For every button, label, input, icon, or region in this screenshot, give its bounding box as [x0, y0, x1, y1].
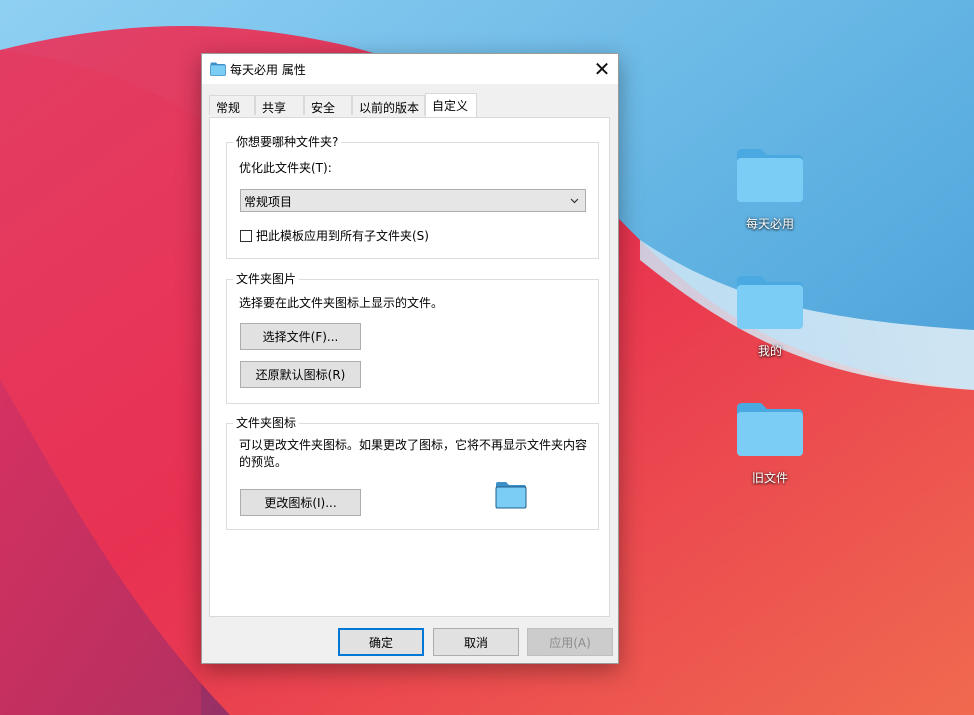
tab-security[interactable]: 安全 [304, 95, 352, 115]
folder-icon [737, 149, 803, 202]
desktop-icon-label: 我的 [757, 344, 782, 358]
folder-icon [210, 62, 226, 76]
folder-picture-description: 选择要在此文件夹图标上显示的文件。 [239, 296, 444, 310]
group-title: 文件夹图标 [233, 416, 300, 430]
folder-icon-description: 可以更改文件夹图标。如果更改了图标，它将不再显示文件夹内容的预览。 [239, 438, 588, 469]
apply-subfolders-checkbox[interactable] [240, 230, 252, 242]
tab-customize[interactable]: 自定义 [425, 93, 477, 117]
group-title: 你想要哪种文件夹? [233, 135, 342, 149]
folder-icon [737, 276, 803, 329]
select-value: 常规项目 [244, 195, 293, 209]
folder-icon [737, 403, 803, 456]
desktop-icon-label: 旧文件 [751, 471, 788, 485]
group-title: 文件夹图片 [233, 272, 300, 286]
desktop-icon-mine[interactable]: 我的 [725, 273, 815, 359]
tab-general[interactable]: 常规 [209, 95, 255, 115]
window-title: 每天必用 属性 [230, 63, 306, 77]
desktop-icon-label: 每天必用 [745, 217, 794, 231]
tab-sharing[interactable]: 共享 [255, 95, 304, 115]
desktop-icon-daily[interactable]: 每天必用 [725, 146, 815, 232]
ok-button[interactable]: 确定 [338, 628, 424, 656]
group-folder-icon: 文件夹图标 可以更改文件夹图标。如果更改了图标，它将不再显示文件夹内容的预览。 … [226, 416, 599, 530]
group-folder-picture: 文件夹图片 选择要在此文件夹图标上显示的文件。 选择文件(F)... 还原默认图… [226, 272, 599, 404]
choose-file-button[interactable]: 选择文件(F)... [240, 323, 361, 350]
optimize-label: 优化此文件夹(T): [239, 161, 332, 175]
close-icon: ✕ [593, 57, 611, 81]
desktop-icon-old-files[interactable]: 旧文件 [725, 400, 815, 486]
customize-panel: 你想要哪种文件夹? 优化此文件夹(T): 常规项目 把此模板应用到所有子文件夹(… [209, 117, 610, 617]
tab-previous-versions[interactable]: 以前的版本 [352, 95, 425, 115]
apply-button[interactable]: 应用(A) [527, 628, 613, 656]
properties-dialog: 每天必用 属性 ✕ 常规 共享 安全 以前的版本 自定义 你想要哪种文件夹? 优… [201, 53, 619, 664]
cancel-button[interactable]: 取消 [433, 628, 519, 656]
title-bar[interactable]: 每天必用 属性 ✕ [202, 54, 618, 84]
optimize-select[interactable]: 常规项目 [240, 189, 586, 212]
restore-default-button[interactable]: 还原默认图标(R) [240, 361, 361, 388]
folder-preview-icon [495, 482, 527, 509]
chevron-down-icon [570, 198, 579, 204]
close-button[interactable]: ✕ [586, 54, 618, 84]
group-folder-type: 你想要哪种文件夹? 优化此文件夹(T): 常规项目 把此模板应用到所有子文件夹(… [226, 135, 599, 259]
change-icon-button[interactable]: 更改图标(I)... [240, 489, 361, 516]
apply-subfolders-label: 把此模板应用到所有子文件夹(S) [256, 229, 429, 243]
